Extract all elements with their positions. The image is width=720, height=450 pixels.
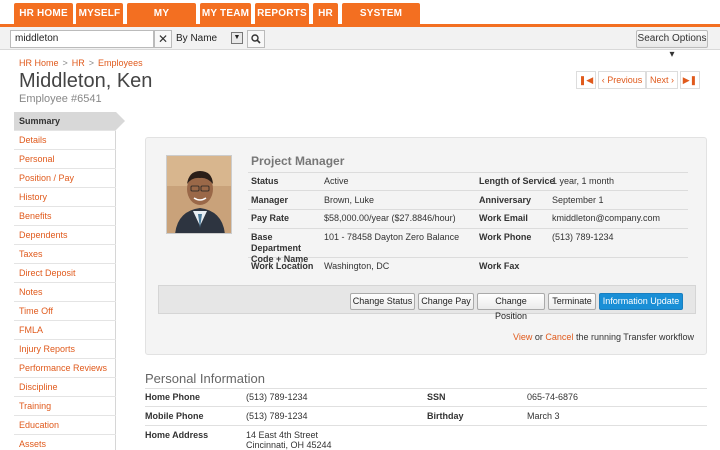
information-update-button[interactable]: Information Update bbox=[599, 293, 683, 310]
close-icon[interactable]: ✕ bbox=[154, 30, 172, 48]
first-page-icon: ❚◀ bbox=[578, 75, 594, 85]
sidebar-item-notes[interactable]: Notes bbox=[14, 283, 116, 302]
job-title: Project Manager bbox=[251, 154, 345, 168]
top-nav: HR HOME MYSELF MY COMPANY MY TEAM REPORT… bbox=[0, 0, 720, 40]
breadcrumb: HR Home > HR > Employees bbox=[19, 58, 143, 68]
sidebar-item-direct-deposit[interactable]: Direct Deposit bbox=[14, 264, 116, 283]
work-email-label: Work Email bbox=[479, 213, 528, 223]
divider bbox=[248, 172, 688, 173]
pay-rate-value: $58,000.00/year ($27.8846/hour) bbox=[324, 213, 456, 223]
anniversary-value: September 1 bbox=[552, 195, 604, 205]
next-button[interactable]: Next › bbox=[646, 71, 678, 89]
search-input[interactable]: middleton bbox=[10, 30, 154, 48]
home-address-line1: 14 East 4th Street bbox=[246, 430, 319, 440]
tab-my-team[interactable]: MY TEAM bbox=[200, 3, 251, 24]
terminate-button[interactable]: Terminate bbox=[548, 293, 596, 310]
cancel-workflow-link[interactable]: Cancel bbox=[545, 332, 573, 342]
action-bar: Change Status Change Pay Change Position… bbox=[158, 285, 696, 321]
manager-label: Manager bbox=[251, 195, 289, 205]
sidebar-item-training[interactable]: Training bbox=[14, 397, 116, 416]
tab-reports[interactable]: REPORTS bbox=[255, 3, 309, 24]
sidebar-item-education[interactable]: Education bbox=[14, 416, 116, 435]
work-phone-label: Work Phone bbox=[479, 232, 532, 242]
work-location-label: Work Location bbox=[251, 261, 314, 271]
last-page-icon: ▶❚ bbox=[682, 75, 698, 85]
divider bbox=[248, 190, 688, 191]
first-page-button[interactable]: ❚◀ bbox=[576, 71, 596, 89]
sidebar-item-details[interactable]: Details bbox=[14, 131, 116, 150]
length-of-service-label: Length of Service bbox=[479, 176, 555, 186]
work-fax-label: Work Fax bbox=[479, 261, 520, 271]
previous-button[interactable]: ‹ Previous bbox=[598, 71, 646, 89]
workflow-notice: View or Cancel the running Transfer work… bbox=[513, 332, 694, 342]
breadcrumb-employees[interactable]: Employees bbox=[98, 58, 143, 68]
status-value: Active bbox=[324, 176, 349, 186]
search-bar: middleton ✕ By Name ▼ Search Options ▾ bbox=[0, 24, 720, 60]
sidebar-item-taxes[interactable]: Taxes bbox=[14, 245, 116, 264]
change-position-button[interactable]: Change Position bbox=[477, 293, 545, 321]
pay-rate-label: Pay Rate bbox=[251, 213, 290, 223]
view-workflow-link[interactable]: View bbox=[513, 332, 532, 342]
tab-myself[interactable]: MYSELF bbox=[76, 3, 123, 24]
change-pay-button[interactable]: Change Pay bbox=[418, 293, 474, 310]
divider bbox=[248, 228, 688, 229]
employee-card: Project Manager Status Active Manager Br… bbox=[145, 137, 707, 355]
sidebar-item-position-pay[interactable]: Position / Pay bbox=[14, 169, 116, 188]
chevron-down-icon[interactable]: ▼ bbox=[231, 32, 243, 44]
breadcrumb-hr[interactable]: HR bbox=[72, 58, 85, 68]
work-email-value[interactable]: kmiddleton@company.com bbox=[552, 213, 660, 223]
work-phone-value: (513) 789-1234 bbox=[552, 232, 614, 242]
divider bbox=[248, 209, 688, 210]
home-phone-label: Home Phone bbox=[145, 392, 201, 402]
tab-my-company[interactable]: MY COMPANY bbox=[127, 3, 196, 40]
manager-value: Brown, Luke bbox=[324, 195, 375, 205]
ssn-label: SSN bbox=[427, 392, 446, 402]
search-icon[interactable] bbox=[247, 30, 265, 48]
breadcrumb-hr-home[interactable]: HR Home bbox=[19, 58, 59, 68]
section-title-personal-information: Personal Information bbox=[145, 371, 265, 386]
sidebar-item-discipline[interactable]: Discipline bbox=[14, 378, 116, 397]
length-of-service-value: 1 year, 1 month bbox=[552, 176, 615, 186]
base-department-value: 101 - 78458 Dayton Zero Balance bbox=[324, 232, 460, 242]
change-status-button[interactable]: Change Status bbox=[350, 293, 415, 310]
work-location-value: Washington, DC bbox=[324, 261, 390, 271]
workflow-text: the running Transfer workflow bbox=[575, 332, 694, 342]
search-options-button[interactable]: Search Options ▾ bbox=[636, 30, 708, 60]
status-label: Status bbox=[251, 176, 279, 186]
sidebar-item-personal[interactable]: Personal bbox=[14, 150, 116, 169]
employee-photo bbox=[166, 155, 232, 234]
active-indicator bbox=[116, 112, 125, 130]
sidebar-item-history[interactable]: History bbox=[14, 188, 116, 207]
mobile-phone-label: Mobile Phone bbox=[145, 411, 204, 421]
sidebar-item-summary[interactable]: Summary bbox=[14, 112, 116, 131]
sidebar-item-benefits[interactable]: Benefits bbox=[14, 207, 116, 226]
tab-hr-home[interactable]: HR HOME bbox=[14, 3, 73, 24]
last-page-button[interactable]: ▶❚ bbox=[680, 71, 700, 89]
workflow-or-text: or bbox=[534, 332, 543, 342]
page-title: Middleton, Ken bbox=[19, 70, 153, 92]
home-address-label: Home Address bbox=[145, 430, 209, 440]
tab-system-setup[interactable]: SYSTEM SETUP bbox=[342, 3, 420, 40]
sidebar-item-dependents[interactable]: Dependents bbox=[14, 226, 116, 245]
anniversary-label: Anniversary bbox=[479, 195, 532, 205]
sidebar-item-injury-reports[interactable]: Injury Reports bbox=[14, 340, 116, 359]
mobile-phone-value: (513) 789-1234 bbox=[246, 411, 308, 421]
sidebar-item-time-off[interactable]: Time Off bbox=[14, 302, 116, 321]
birthday-label: Birthday bbox=[427, 411, 464, 421]
sidebar-item-fmla[interactable]: FMLA bbox=[14, 321, 116, 340]
home-address-line2: Cincinnati, OH 45244 bbox=[246, 440, 332, 450]
divider bbox=[145, 425, 707, 426]
divider bbox=[145, 406, 707, 407]
birthday-value: March 3 bbox=[527, 411, 560, 421]
sidebar: Summary Details Personal Position / Pay … bbox=[14, 112, 116, 450]
home-phone-value: (513) 789-1234 bbox=[246, 392, 308, 402]
employee-number: Employee #6541 bbox=[19, 93, 102, 105]
divider bbox=[145, 388, 707, 389]
ssn-value: 065-74-6876 bbox=[527, 392, 579, 402]
sidebar-item-performance-reviews[interactable]: Performance Reviews bbox=[14, 359, 116, 378]
sidebar-item-assets[interactable]: Assets bbox=[14, 435, 116, 450]
tab-hr[interactable]: HR bbox=[313, 3, 338, 24]
